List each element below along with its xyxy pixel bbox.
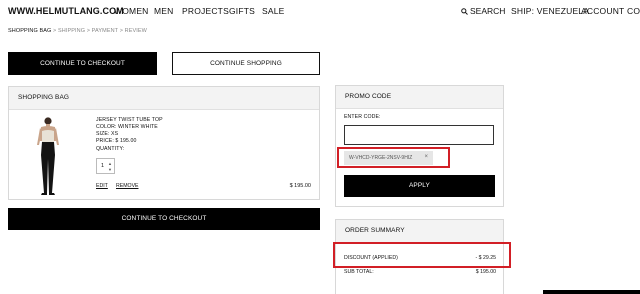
breadcrumb-shopping-bag: SHOPPING BAG	[8, 28, 52, 34]
continue-to-checkout-button-bottom[interactable]: CONTINUE TO CHECKOUT	[8, 208, 320, 230]
search-label: SEARCH	[470, 6, 506, 16]
shopping-bag-title: SHOPPING BAG	[9, 87, 319, 110]
account-link[interactable]: ACCOUNT	[581, 6, 624, 16]
product-color: COLOR: WINTER WHITE	[96, 124, 158, 130]
subtotal-label: SUB TOTAL:	[344, 269, 374, 275]
search-button[interactable]: SEARCH	[461, 6, 505, 16]
brand-logo[interactable]: WWW.HELMUTLANG.COM	[8, 6, 124, 16]
continue-shopping-button[interactable]: CONTINUE SHOPPING	[172, 52, 320, 75]
search-icon	[461, 8, 468, 15]
quantity-label: QUANTITY:	[96, 146, 125, 152]
breadcrumb-shipping: SHIPPING	[57, 28, 86, 34]
order-summary-title: ORDER SUMMARY	[336, 220, 503, 243]
enter-code-label: ENTER CODE:	[344, 114, 381, 120]
product-size: SIZE: XS	[96, 131, 119, 137]
nav-link-projects[interactable]: PROJECTS	[182, 6, 229, 16]
contact-link[interactable]: CON	[627, 6, 640, 16]
promo-code-input[interactable]	[344, 125, 494, 145]
product-price: PRICE: $ 195.00	[96, 138, 137, 144]
highlight-discount	[333, 242, 511, 268]
decrement-arrow-icon[interactable]: ▼	[108, 167, 112, 172]
line-item-total: $ 195.00	[289, 183, 311, 189]
nav-link-women[interactable]: WOMEN	[114, 6, 149, 16]
nav-link-men[interactable]: MEN	[154, 6, 174, 16]
bottom-edge-bar	[543, 290, 640, 294]
breadcrumb-separator: >	[119, 28, 123, 34]
subtotal-value: $ 195.00	[475, 269, 496, 275]
increment-arrow-icon[interactable]: ▲	[108, 161, 112, 166]
breadcrumb: SHOPPING BAG > SHIPPING > PAYMENT > REVI…	[8, 28, 147, 34]
ship-country-selector[interactable]: SHIP: VENEZUELA	[511, 6, 589, 16]
nav-link-sale[interactable]: SALE	[262, 6, 285, 16]
highlight-promo-code	[337, 147, 450, 168]
quantity-value: 1	[101, 163, 105, 169]
nav-link-gifts[interactable]: GIFTS	[229, 6, 255, 16]
edit-item-link[interactable]: EDIT	[96, 183, 108, 189]
product-image[interactable]	[30, 115, 68, 197]
apply-promo-button[interactable]: APPLY	[344, 175, 495, 197]
quantity-stepper[interactable]: 1 ▲ ▼	[96, 158, 115, 174]
breadcrumb-separator: >	[86, 28, 91, 34]
breadcrumb-review: REVIEW	[124, 28, 147, 34]
top-nav: WWW.HELMUTLANG.COM WOMEN MEN PROJECTS GI…	[0, 0, 640, 22]
remove-item-link[interactable]: REMOVE	[116, 183, 138, 189]
continue-to-checkout-button[interactable]: CONTINUE TO CHECKOUT	[8, 52, 157, 75]
product-name[interactable]: JERSEY TWIST TUBE TOP	[96, 117, 163, 123]
breadcrumb-separator: >	[53, 28, 57, 34]
breadcrumb-payment: PAYMENT	[91, 28, 119, 34]
promo-code-title: PROMO CODE	[336, 86, 503, 109]
